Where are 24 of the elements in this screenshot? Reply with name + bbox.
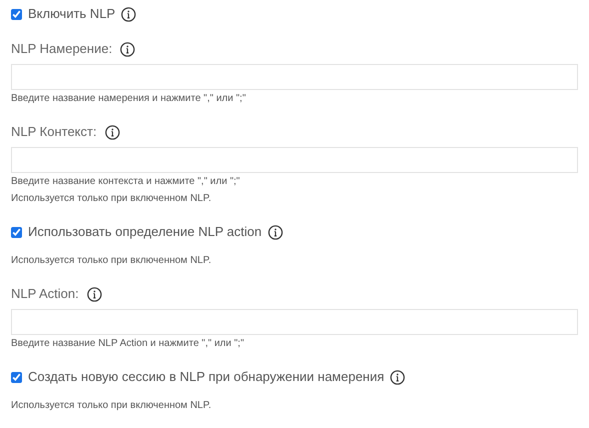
info-icon[interactable] [104, 124, 120, 140]
checkbox-label: Создать новую сессию в NLP при обнаружении намерения [28, 368, 384, 386]
input-field[interactable] [11, 309, 578, 335]
hint-text: Введите название контекста и нажмите "," или ";" [11, 175, 241, 189]
field-label: NLP Контекст: [11, 123, 97, 142]
info-icon[interactable] [268, 224, 283, 240]
hint-text: Используется только при включенном NLP. [11, 192, 212, 206]
input-field[interactable] [11, 147, 578, 173]
checkbox[interactable] [11, 8, 22, 20]
hint-text: Введите название NLP Action и нажмите "," или ";" [11, 337, 246, 351]
checkbox[interactable] [11, 372, 22, 382]
info-icon[interactable] [86, 286, 102, 302]
info-icon[interactable] [121, 6, 136, 22]
info-icon[interactable] [390, 370, 406, 384]
checkbox-label: Включить NLP [28, 5, 116, 24]
input-field[interactable] [11, 64, 578, 90]
hint-text: Используется только при включенном NLP. [11, 254, 212, 268]
checkbox[interactable] [11, 226, 22, 238]
checkbox-label: Использовать определение NLP action [28, 223, 262, 242]
field-label: NLP Намерение: [11, 40, 112, 58]
info-icon[interactable] [120, 42, 136, 56]
field-label: NLP Action: [11, 285, 79, 304]
hint-text: Введите название намерения и нажмите "," или ";" [11, 92, 247, 106]
hint-text: Используется только при включенном NLP. [11, 399, 212, 413]
